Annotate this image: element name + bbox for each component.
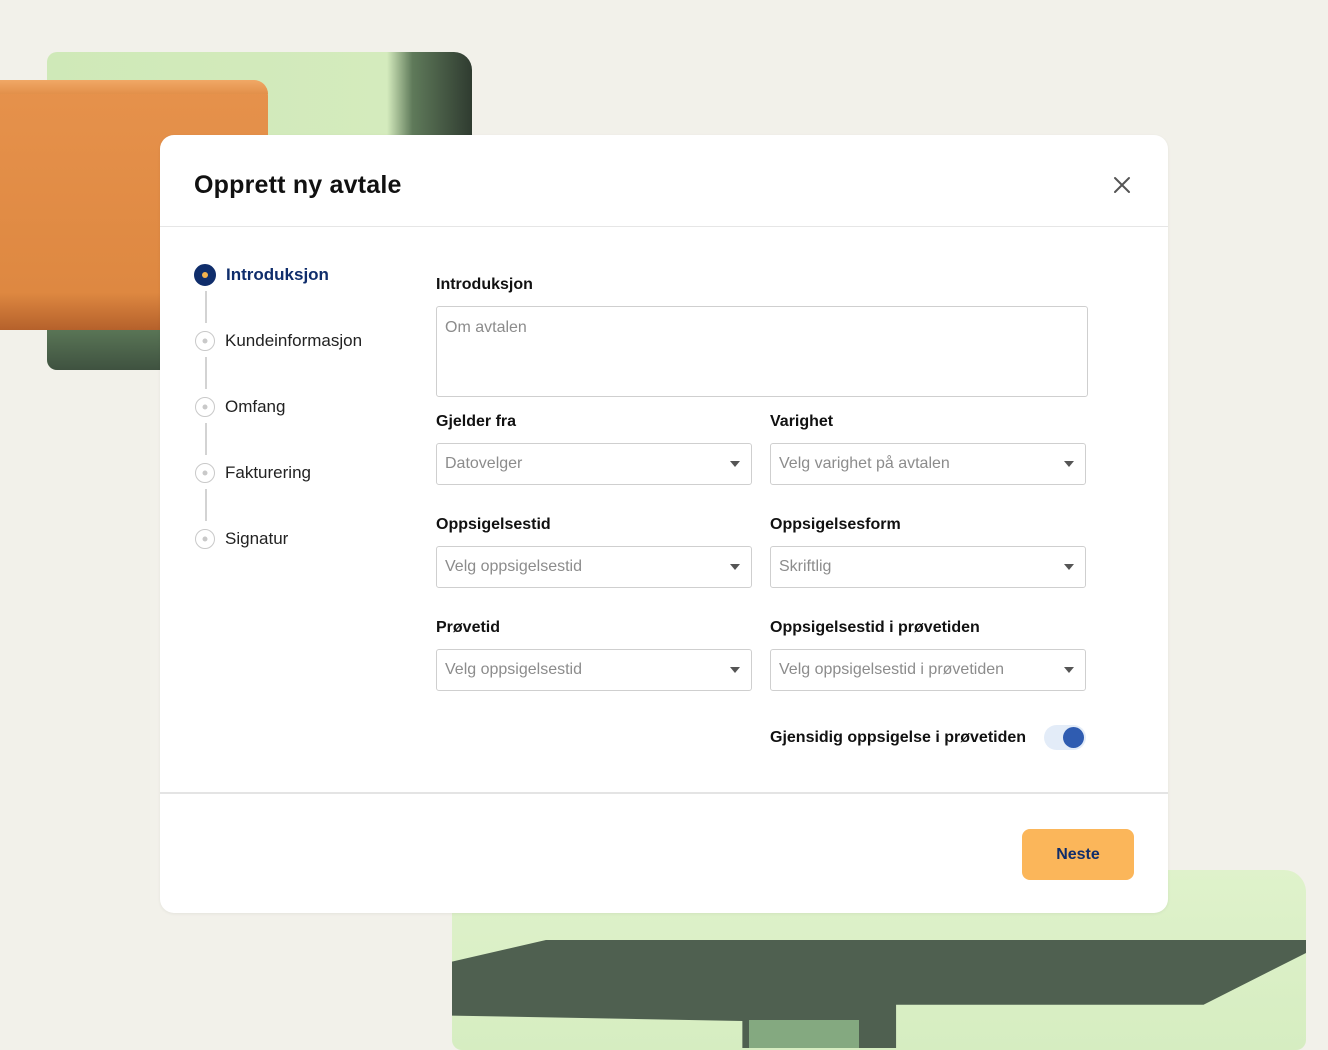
introduction-label: Introduksjon [436, 276, 533, 293]
step-connector [205, 357, 207, 389]
valid-from-label: Gjelder fra [436, 413, 517, 430]
probation-notice-placeholder: Velg oppsigelsestid i prøvetiden [779, 661, 1005, 678]
step-label: Fakturering [225, 463, 311, 482]
probation-label: Prøvetid [436, 619, 501, 636]
step-pending-dot-icon [195, 463, 215, 483]
duration-label: Varighet [770, 413, 834, 430]
close-button[interactable] [1108, 171, 1136, 199]
step-label: Signatur [225, 529, 289, 548]
caret-down-icon [1064, 461, 1074, 467]
next-button[interactable]: Neste [1022, 829, 1134, 880]
step-customer-info[interactable]: Kundeinformasjon [194, 329, 362, 353]
step-pending-dot-icon [195, 397, 215, 417]
step-signature[interactable]: Signatur [194, 527, 288, 551]
toggle-knob [1063, 727, 1084, 748]
duration-placeholder: Velg varighet på avtalen [779, 455, 950, 472]
step-pending-dot-icon [195, 331, 215, 351]
notice-form-select[interactable]: Skriftlig [770, 546, 1086, 588]
notice-form-label: Oppsigelsesform [770, 516, 901, 533]
notice-form-value: Skriftlig [779, 558, 832, 575]
step-connector [205, 423, 207, 455]
create-agreement-modal: Opprett ny avtale Introduksjon Kundeinfo… [160, 135, 1168, 913]
step-invoicing[interactable]: Fakturering [194, 461, 311, 485]
introduction-textarea[interactable]: Om avtalen [436, 306, 1088, 397]
probation-notice-label: Oppsigelsestid i prøvetiden [770, 619, 980, 636]
notice-period-label: Oppsigelsestid [436, 516, 551, 533]
modal-title: Opprett ny avtale [194, 171, 402, 199]
caret-down-icon [730, 667, 740, 673]
background-green-block-bottom-lower [749, 1020, 859, 1048]
notice-period-select[interactable]: Velg oppsigelsestid [436, 546, 752, 588]
caret-down-icon [1064, 564, 1074, 570]
step-scope[interactable]: Omfang [194, 395, 285, 419]
mutual-termination-label: Gjensidig oppsigelse i prøvetiden [770, 729, 1027, 746]
step-connector [205, 291, 207, 323]
caret-down-icon [730, 564, 740, 570]
caret-down-icon [1064, 667, 1074, 673]
close-icon [1114, 177, 1130, 193]
modal-header: Opprett ny avtale [160, 135, 1168, 227]
valid-from-datepicker[interactable]: Datovelger [436, 443, 752, 485]
mutual-termination-toggle[interactable] [1044, 725, 1086, 750]
footer-divider [160, 792, 1168, 794]
step-label: Kundeinformasjon [225, 331, 363, 350]
background-orange-block-edge [0, 80, 268, 94]
step-connector [205, 489, 207, 521]
caret-down-icon [730, 461, 740, 467]
step-label: Omfang [225, 397, 286, 416]
probation-notice-select[interactable]: Velg oppsigelsestid i prøvetiden [770, 649, 1086, 691]
step-label: Introduksjon [226, 265, 329, 284]
valid-from-placeholder: Datovelger [445, 455, 523, 472]
notice-period-placeholder: Velg oppsigelsestid [445, 558, 582, 575]
step-active-dot-icon [194, 264, 216, 286]
duration-select[interactable]: Velg varighet på avtalen [770, 443, 1086, 485]
probation-select[interactable]: Velg oppsigelsestid [436, 649, 752, 691]
probation-placeholder: Velg oppsigelsestid [445, 661, 582, 678]
step-pending-dot-icon [195, 529, 215, 549]
step-introduction[interactable]: Introduksjon [194, 263, 329, 287]
